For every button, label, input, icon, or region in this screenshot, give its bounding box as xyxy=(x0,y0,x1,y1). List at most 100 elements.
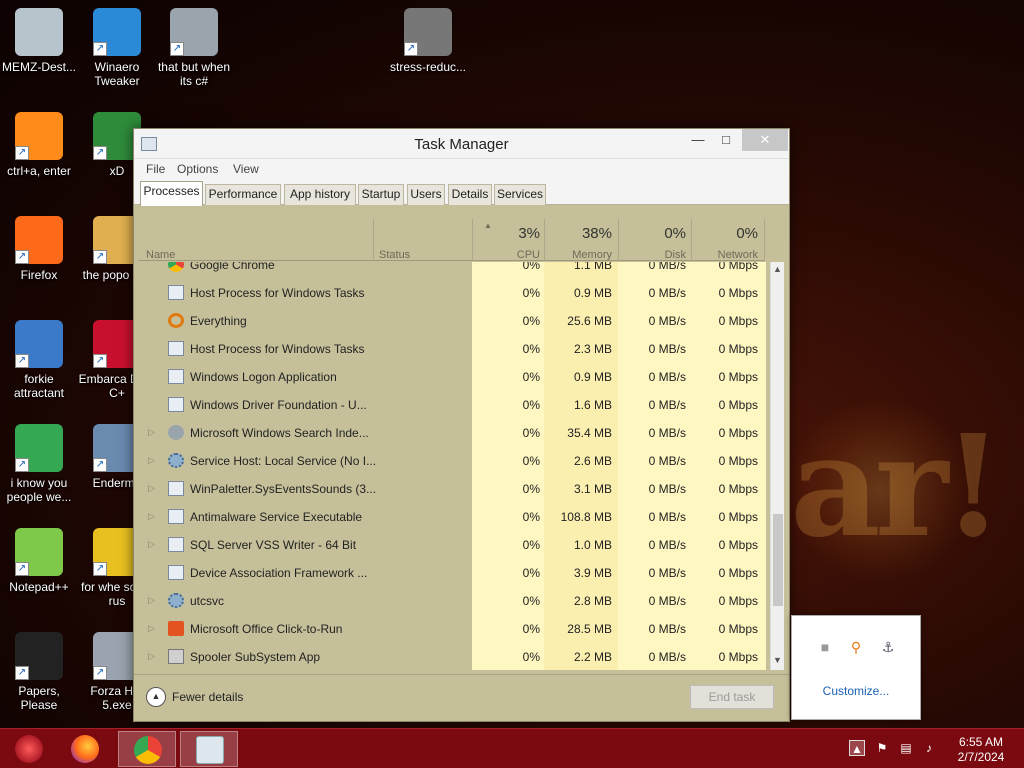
col-memory[interactable]: Memory xyxy=(548,249,612,261)
tab-details[interactable]: Details xyxy=(448,184,492,205)
chevron-up-icon[interactable]: ▲ xyxy=(146,687,166,707)
title-bar[interactable]: Task Manager — □ ✕ xyxy=(134,129,789,159)
table-row[interactable]: ▷ Spooler SubSystem App 0% 2.2 MB 0 MB/s 0 Mb… xyxy=(138,643,766,670)
col-disk[interactable]: Disk xyxy=(622,249,686,261)
table-row[interactable]: Everything 0% 25.6 MB 0 MB/s 0 Mbps xyxy=(138,307,766,335)
desktop-icon[interactable]: ↗ forkie attractant xyxy=(0,320,78,400)
disk-total[interactable]: 0% xyxy=(622,225,686,242)
table-row[interactable]: ▷ SQL Server VSS Writer - 64 Bit 0% 1.0 MB 0… xyxy=(138,531,766,559)
maximize-button[interactable]: □ xyxy=(712,129,740,151)
table-row[interactable]: Host Process for Windows Tasks 0% 2.3 MB 0 … xyxy=(138,335,766,363)
cpu-value: 0% xyxy=(522,482,540,496)
customize-link[interactable]: Customize... xyxy=(792,684,920,698)
desktop-icon[interactable]: ↗ Papers, Please xyxy=(0,632,78,712)
fewer-details-link[interactable]: Fewer details xyxy=(172,690,243,704)
table-row[interactable]: Windows Driver Foundation - U... 0% 1.6 MB… xyxy=(138,391,766,419)
disk-value: 0 MB/s xyxy=(648,314,686,328)
table-row[interactable]: ▷ WinPaletter.SysEventsSounds (3... 0% 3.1 … xyxy=(138,475,766,503)
memory-value: 0.9 MB xyxy=(573,286,612,300)
table-row[interactable]: ▷ Microsoft Office Click-to-Run 0% 28.5 MB 0… xyxy=(138,615,766,643)
process-list: ▲ Name Status 3% CPU 38% Memory 0% Disk … xyxy=(138,207,784,672)
shortcut-arrow-icon: ↗ xyxy=(93,354,107,368)
tab-performance[interactable]: Performance xyxy=(205,184,281,205)
table-row[interactable]: ▷ Microsoft Windows Search Inde... 0% 35.4 … xyxy=(138,419,766,447)
tab-services[interactable]: Services xyxy=(494,184,546,205)
menu-file[interactable]: File xyxy=(146,162,165,176)
flag-icon[interactable]: ⚑ xyxy=(874,740,890,756)
stop-square-icon[interactable]: ■ xyxy=(816,638,834,656)
desktop-icon[interactable]: ↗ Winaero Tweaker xyxy=(78,8,156,88)
window-icon xyxy=(168,397,184,412)
close-button[interactable]: ✕ xyxy=(742,129,788,151)
printer-icon xyxy=(168,649,184,664)
table-row[interactable]: Device Association Framework ... 0% 3.9 MB… xyxy=(138,559,766,587)
end-task-button[interactable]: End task xyxy=(690,685,774,709)
chevron-up-icon[interactable]: ▲ xyxy=(849,740,865,756)
taskbar-task-manager[interactable] xyxy=(180,731,238,767)
network-total[interactable]: 0% xyxy=(694,225,758,242)
desktop-icon[interactable]: MEMZ-Dest... xyxy=(0,8,78,74)
expand-chevron-icon[interactable]: ▷ xyxy=(148,511,155,522)
cpu-value: 0% xyxy=(522,650,540,664)
taskbar-firefox[interactable] xyxy=(56,731,114,767)
col-cpu[interactable]: CPU xyxy=(478,249,540,261)
expand-chevron-icon[interactable]: ▷ xyxy=(148,623,155,634)
minimize-button[interactable]: — xyxy=(684,129,712,151)
process-name: Windows Driver Foundation - U... xyxy=(190,398,367,412)
window-icon xyxy=(168,369,184,384)
winaero-icon: ↗ xyxy=(93,8,141,56)
table-row[interactable]: Google Chrome 0% 1.1 MB 0 MB/s 0 Mbps xyxy=(138,262,766,279)
network-value: 0 Mbps xyxy=(718,650,758,664)
table-row[interactable]: ▷ utcsvc 0% 2.8 MB 0 MB/s 0 Mbps xyxy=(138,587,766,615)
tool-icon[interactable]: ⚓ xyxy=(879,638,897,656)
table-row[interactable]: Windows Logon Application 0% 0.9 MB 0 MB/s 0… xyxy=(138,363,766,391)
volume-muted-icon[interactable]: ♪ xyxy=(921,740,937,756)
cpu-value: 0% xyxy=(522,426,540,440)
expand-chevron-icon[interactable]: ▷ xyxy=(148,455,155,466)
menu-options[interactable]: Options xyxy=(177,162,218,176)
disk-value: 0 MB/s xyxy=(648,538,686,552)
col-network[interactable]: Network xyxy=(694,249,758,261)
taskbar-chrome[interactable] xyxy=(118,731,176,767)
cpu-total[interactable]: 3% xyxy=(478,225,540,242)
col-status[interactable]: Status xyxy=(379,249,410,261)
clock[interactable]: 6:55 AM 2/7/2024 xyxy=(946,735,1016,765)
desktop-icon[interactable]: ↗ Notepad++ xyxy=(0,528,78,594)
desktop-icon[interactable]: ↗ Firefox xyxy=(0,216,78,282)
expand-chevron-icon[interactable]: ▷ xyxy=(148,651,155,662)
scroll-down-icon[interactable]: ▼ xyxy=(771,655,784,665)
task-manager-window: Task Manager — □ ✕ File Options View Pro… xyxy=(133,128,790,722)
desktop-icon[interactable]: ↗ that but when its c# xyxy=(155,8,233,88)
expand-chevron-icon[interactable]: ▷ xyxy=(148,595,155,606)
expand-chevron-icon[interactable]: ▷ xyxy=(148,539,155,550)
vertical-scrollbar[interactable]: ▲ ▼ xyxy=(770,262,784,670)
tab-app-history[interactable]: App history xyxy=(284,184,356,205)
network-value: 0 Mbps xyxy=(718,454,758,468)
process-name: WinPaletter.SysEventsSounds (3... xyxy=(190,482,377,496)
tab-processes[interactable]: Processes xyxy=(140,181,203,206)
table-row[interactable]: ▷ Antimalware Service Executable 0% 108.8 M… xyxy=(138,503,766,531)
desktop-icon[interactable]: ↗ stress-reduc... xyxy=(389,8,467,74)
expand-chevron-icon[interactable]: ▷ xyxy=(148,427,155,438)
cpu-value: 0% xyxy=(522,594,540,608)
tab-startup[interactable]: Startup xyxy=(358,184,404,205)
desktop-icon[interactable]: ↗ ctrl+a, enter xyxy=(0,112,78,178)
firefox-icon xyxy=(71,735,99,763)
network-icon[interactable]: ▤ xyxy=(898,740,914,756)
memory-value: 2.2 MB xyxy=(573,650,612,664)
start-button[interactable] xyxy=(0,731,58,767)
menu-view[interactable]: View xyxy=(233,162,259,176)
table-row[interactable]: ▷ Service Host: Local Service (No I... 0% 2… xyxy=(138,447,766,475)
table-row[interactable]: Host Process for Windows Tasks 0% 0.9 MB 0 … xyxy=(138,279,766,307)
cpu-value: 0% xyxy=(522,538,540,552)
desktop-icon[interactable]: ↗ i know you people we... xyxy=(0,424,78,504)
search-icon[interactable]: ⚲ xyxy=(847,638,865,656)
desktop-icon-label: Notepad++ xyxy=(9,580,69,594)
scroll-thumb[interactable] xyxy=(773,514,783,606)
process-name: Windows Logon Application xyxy=(190,370,337,384)
col-name[interactable]: Name xyxy=(146,249,175,261)
memory-total[interactable]: 38% xyxy=(548,225,612,242)
scroll-up-icon[interactable]: ▲ xyxy=(771,264,784,274)
tab-users[interactable]: Users xyxy=(407,184,445,205)
expand-chevron-icon[interactable]: ▷ xyxy=(148,483,155,494)
